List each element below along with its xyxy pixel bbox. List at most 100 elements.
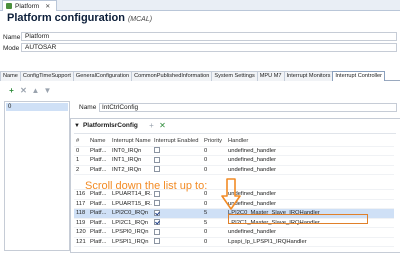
cell-handler: Lpspi_Ip_LPSPI1_IRQHandler [226,237,394,247]
name-field[interactable]: Platform [21,32,397,41]
table-row[interactable]: 121 Platf... LPSPI1_IRQn 0 Lpspi_Ip_LPSP… [74,237,394,247]
cell-index: 120 [74,227,88,238]
cell-name: Platf... [88,208,110,219]
down-arrow-icon [221,178,241,210]
enabled-checkbox[interactable] [154,228,160,235]
cell-enabled [152,146,202,156]
collapse-icon[interactable]: ▼ [74,123,80,129]
cell-index: 2 [74,165,88,175]
col-interrupt-name[interactable]: Interrupt Name [110,137,152,147]
cell-priority: 0 [202,146,226,156]
cell-index: 0 [74,146,88,156]
section-header[interactable]: ▼ PlatformIsrConfig [74,122,138,129]
table-row[interactable]: 120 Platf... LPSPI0_IRQn 0 undefined_han… [74,227,394,238]
col-index[interactable]: # [74,137,88,147]
cell-handler: undefined_handler [226,165,394,175]
divider [74,133,396,134]
add-button[interactable]: + [7,86,16,95]
page-title: Platform configuration (MCAL) [7,12,152,24]
cell-priority: 0 [202,165,226,175]
cell-name: Platf... [88,165,110,175]
cell-irq: LPSPI1_IRQn [110,237,152,247]
config-tab-bar: Name ConfigTimeSupport GeneralConfigurat… [0,71,400,81]
cell-name: Platf... [88,146,110,156]
enabled-checkbox[interactable] [154,156,160,163]
cell-priority: 5 [202,218,226,228]
cell-enabled [152,237,202,247]
enabled-checkbox[interactable] [154,209,160,216]
delete-button[interactable]: ✕ [19,86,28,95]
cell-enabled [152,227,202,238]
cell-index: 117 [74,199,88,209]
cell-name: Platf... [88,199,110,209]
editor-tab-bar [0,0,400,11]
cell-handler: undefined_handler [226,189,394,200]
cell-priority: 0 [202,155,226,166]
scroll-annotation: Scroll down the list up to: [85,180,208,192]
move-up-button[interactable]: ▲ [31,86,40,95]
cell-index: 119 [74,218,88,228]
col-interrupt-enabled[interactable]: Interrupt Enabled [152,137,202,147]
mode-field[interactable]: AUTOSAR [21,43,397,52]
list-item[interactable]: 0 [6,103,68,111]
tab-system-settings[interactable]: System Settings [211,71,258,81]
cell-enabled [152,208,202,219]
col-priority[interactable]: Priority [202,137,226,147]
cell-irq: INT2_IRQn [110,165,152,175]
cell-priority: 0 [202,227,226,238]
table-row[interactable]: 2 Platf... INT2_IRQn 0 undefined_handler [74,165,394,175]
cell-irq: LPSPI0_IRQn [110,227,152,238]
tab-mpu-m7[interactable]: MPU M7 [256,71,285,81]
tab-config-time-support[interactable]: ConfigTimeSupport [19,71,74,81]
table-row[interactable]: 1 Platf... INT1_IRQn 0 undefined_handler [74,155,394,166]
tab-common-published-information[interactable]: CommonPublishedInformation [131,71,213,81]
enabled-checkbox[interactable] [154,200,160,207]
cell-irq: INT0_IRQn [110,146,152,156]
tab-interrupt-controller[interactable]: Interrupt Controller [332,71,386,81]
config-list[interactable]: 0 [4,101,70,251]
tab-interrupt-monitors[interactable]: Interrupt Monitors [283,71,334,81]
cell-handler: undefined_handler [226,227,394,238]
cell-index: 1 [74,155,88,166]
tab-general-configuration[interactable]: GeneralConfiguration [72,71,133,81]
col-name[interactable]: Name [88,137,110,147]
cell-index: 118 [74,208,88,219]
table-row[interactable]: 0 Platf... INT0_IRQn 0 undefined_handler [74,146,394,156]
page-subtitle: (MCAL) [127,16,153,23]
editor-tab-platform[interactable]: Platform ✕ [2,0,58,11]
close-icon[interactable]: ✕ [45,3,50,10]
name-label: Name [3,34,21,41]
cell-handler: undefined_handler [226,199,394,209]
handler-highlight-box [228,214,368,224]
tab-name[interactable]: Name [0,71,21,81]
cell-enabled [152,218,202,228]
col-handler[interactable]: Handler [226,137,394,147]
section-delete-button[interactable]: ✕ [158,121,167,130]
cell-name: Platf... [88,237,110,247]
cell-handler: undefined_handler [226,155,394,166]
enabled-checkbox[interactable] [154,219,160,226]
cell-irq: LPUART15_IR... [110,199,152,209]
cell-irq: INT1_IRQn [110,155,152,166]
editor-tab-label: Platform [15,2,40,10]
mode-label: Mode [3,45,20,52]
section-add-button[interactable]: + [147,121,156,130]
detail-name-label: Name [79,104,97,111]
enabled-checkbox[interactable] [154,166,160,173]
cell-name: Platf... [88,227,110,238]
cell-index: 121 [74,237,88,247]
cell-priority: 0 [202,237,226,247]
move-down-button[interactable]: ▼ [43,86,52,95]
cell-irq: LPI2C0_IRQn [110,208,152,219]
cell-name: Platf... [88,218,110,228]
cell-handler: undefined_handler [226,146,394,156]
page-title-text: Platform configuration [7,12,125,24]
cell-irq: LPI2C1_IRQn [110,218,152,228]
cell-enabled [152,199,202,209]
cell-enabled [152,155,202,166]
section-title: PlatformIsrConfig [82,122,138,129]
enabled-checkbox[interactable] [154,147,160,154]
enabled-checkbox[interactable] [154,238,160,245]
detail-name-field[interactable]: IntCtrlConfig [99,103,397,112]
cell-enabled [152,165,202,175]
